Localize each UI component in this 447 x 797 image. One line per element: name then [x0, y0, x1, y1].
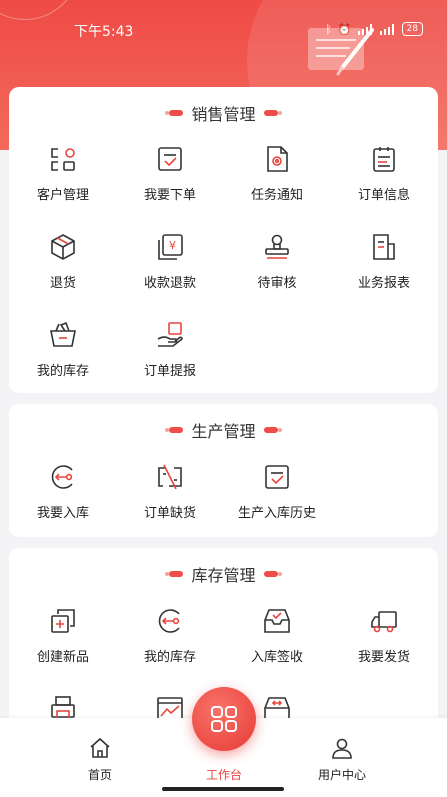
workbench-icon: [211, 706, 237, 732]
grid-item-inbound-receipt[interactable]: 入库签收: [223, 606, 331, 676]
tab-home[interactable]: 首页: [40, 718, 160, 797]
item-label: 客户管理: [36, 188, 89, 203]
title-dash-left: [165, 571, 184, 577]
grid-item-ship-goods[interactable]: 我要发货: [330, 606, 438, 676]
bluetooth-icon: ᛒ: [325, 22, 332, 36]
item-label: 我的库存: [143, 650, 196, 665]
section-title-text: 销售管理: [191, 105, 256, 124]
item-label: 入库签收: [250, 650, 303, 665]
title-dash-right: [263, 427, 282, 433]
section-title: 销售管理: [9, 101, 438, 125]
section-title: 生产管理: [9, 418, 438, 442]
tab-label: 工作台: [205, 768, 242, 782]
alarm-icon: ⏰: [337, 22, 352, 36]
create-product-icon: [51, 609, 75, 633]
status-bar: 下午5:43 ᛒ ⏰ 28: [0, 18, 447, 44]
title-dash-left: [165, 427, 184, 433]
order-info-icon: [373, 147, 395, 172]
grid-item-return-goods[interactable]: 退货: [9, 232, 117, 302]
user-icon: [332, 738, 352, 759]
order-submit-icon: [157, 322, 183, 347]
ship-goods-icon: [371, 611, 397, 633]
item-label: 业务报表: [357, 276, 410, 291]
title-dash-right: [263, 110, 282, 116]
out-of-stock-icon: [158, 464, 182, 490]
task-notice-icon: [267, 146, 288, 172]
my-stock-basket-icon: [50, 321, 76, 347]
section-sales: 销售管理 客户管理 我要下单 任务通知 订单信息 退货 ¥ 收款退款 待审核 业…: [9, 87, 438, 393]
grid-item-create-product[interactable]: 创建新品: [9, 606, 117, 676]
battery-indicator: 28: [401, 22, 423, 36]
grid-item-pending-review[interactable]: 待审核: [223, 232, 331, 302]
svg-text:¥: ¥: [169, 239, 176, 252]
item-label: 我要下单: [143, 188, 196, 203]
item-label: 订单缺货: [143, 506, 196, 521]
item-label: 我要入库: [36, 506, 89, 521]
item-label: 我的库存: [36, 364, 89, 379]
grid-item-customer-management[interactable]: 客户管理: [9, 144, 117, 214]
item-label: 任务通知: [250, 188, 303, 203]
grid-item-my-inventory[interactable]: 我的库存: [116, 606, 224, 676]
tab-label: 首页: [87, 768, 112, 782]
inbound-receipt-icon: [264, 609, 290, 633]
item-label: 退货: [49, 276, 76, 291]
home-indicator: [162, 787, 284, 791]
title-dash-right: [263, 571, 282, 577]
item-label: 收款退款: [143, 276, 196, 291]
item-label: 订单提报: [143, 364, 196, 379]
header-decoration-ring: [0, 0, 80, 20]
grid-item-business-report[interactable]: 业务报表: [330, 232, 438, 302]
grid-item-stock-in[interactable]: 我要入库: [9, 462, 117, 532]
section-title-text: 库存管理: [191, 566, 256, 585]
grid-item-my-stock[interactable]: 我的库存: [9, 320, 117, 390]
payment-refund-icon: ¥: [158, 234, 183, 260]
return-goods-icon: [51, 234, 75, 260]
grid-item-order-info[interactable]: 订单信息: [330, 144, 438, 214]
tab-label: 用户中心: [317, 768, 366, 782]
item-label: 待审核: [257, 276, 297, 291]
pending-review-icon: [265, 234, 289, 259]
signal-icon: [357, 23, 374, 35]
section-production: 生产管理 我要入库 订单缺货 生产入库历史: [9, 404, 438, 537]
status-icons: ᛒ ⏰ 28: [325, 22, 423, 36]
grid-item-payment-refund[interactable]: ¥ 收款退款: [116, 232, 224, 302]
status-time: 下午5:43: [74, 24, 134, 40]
production-history-icon: [265, 465, 289, 489]
item-label: 生产入库历史: [237, 506, 316, 521]
grid-item-out-of-stock[interactable]: 订单缺货: [116, 462, 224, 532]
grid-item-order-submit[interactable]: 订单提报: [116, 320, 224, 390]
business-report-icon: [373, 234, 395, 260]
home-icon: [90, 737, 110, 758]
item-label: 创建新品: [36, 650, 89, 665]
item-label: 订单信息: [357, 188, 410, 203]
section-title: 库存管理: [9, 562, 438, 586]
tab-user-center[interactable]: 用户中心: [282, 718, 402, 797]
place-order-icon: [158, 147, 182, 171]
my-inventory-icon: [158, 609, 180, 633]
workbench-center-button[interactable]: [192, 687, 256, 751]
grid-item-production-history[interactable]: 生产入库历史: [223, 462, 331, 532]
grid-item-task-notice[interactable]: 任务通知: [223, 144, 331, 214]
section-title-text: 生产管理: [191, 422, 256, 441]
customer-management-icon: [51, 148, 75, 171]
signal-2-icon: [379, 23, 396, 35]
stock-in-icon: [51, 465, 73, 489]
title-dash-left: [165, 110, 184, 116]
item-label: 我要发货: [357, 650, 410, 665]
grid-item-place-order[interactable]: 我要下单: [116, 144, 224, 214]
